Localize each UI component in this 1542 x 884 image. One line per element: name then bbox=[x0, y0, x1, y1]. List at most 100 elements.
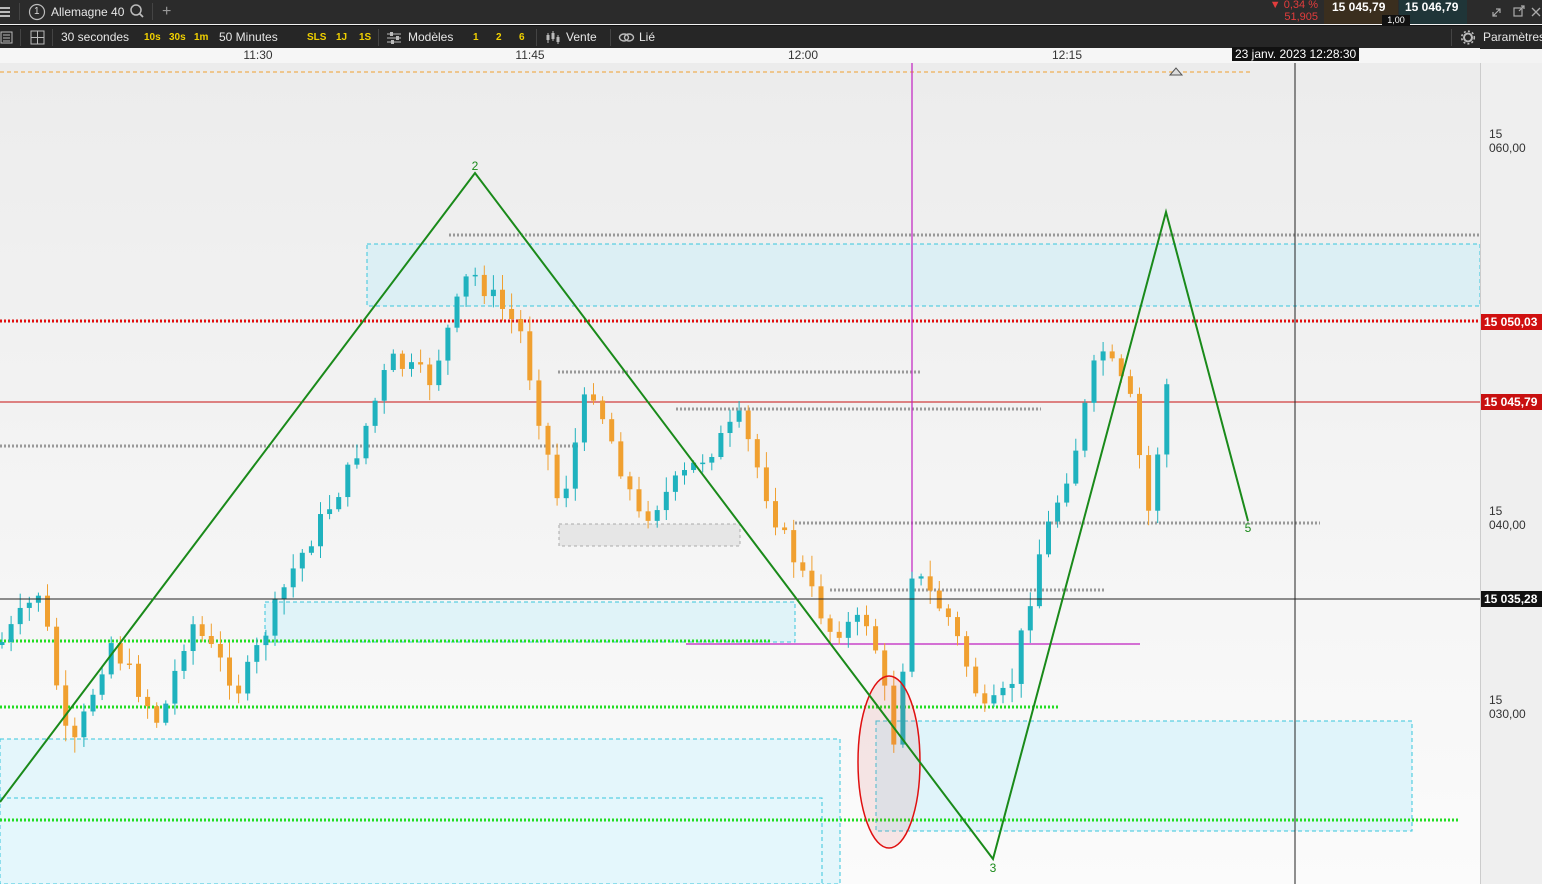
candle-body bbox=[399, 353, 405, 369]
candle-body bbox=[563, 488, 569, 499]
candle-body bbox=[8, 624, 14, 643]
candle-body bbox=[536, 380, 542, 426]
candle-body bbox=[190, 624, 196, 652]
candle-body bbox=[45, 595, 50, 627]
candle-body bbox=[390, 353, 396, 371]
highlight-ellipse bbox=[857, 675, 921, 849]
candle-body bbox=[964, 636, 970, 667]
candle-body bbox=[1009, 683, 1015, 688]
candle-body bbox=[163, 703, 169, 723]
candle-body bbox=[672, 475, 678, 492]
candle-body bbox=[500, 289, 505, 309]
candle-body bbox=[927, 576, 933, 591]
candle-body bbox=[945, 608, 951, 618]
close-icon[interactable] bbox=[1530, 0, 1542, 24]
time-tick: 11:30 bbox=[243, 48, 273, 62]
candle-body bbox=[1036, 554, 1042, 607]
wave-label-2: 2 bbox=[472, 159, 479, 173]
candle-body bbox=[754, 439, 760, 468]
candle-body bbox=[718, 433, 724, 458]
range-1j-button[interactable]: 1J bbox=[336, 26, 347, 49]
candle-body bbox=[936, 590, 942, 609]
period-10s-button[interactable]: 10s bbox=[144, 26, 161, 49]
candle-body bbox=[527, 331, 533, 381]
wave-label-3: 3 bbox=[990, 861, 997, 875]
hamburger-menu-icon[interactable] bbox=[0, 0, 14, 24]
candle-body bbox=[736, 410, 742, 422]
change-box: ▼ 0,34 % 51,905 bbox=[1258, 0, 1324, 24]
instrument-bar: 1 Allemagne 40 + ▼ 0,34 % 51,905 15 045,… bbox=[0, 0, 1542, 25]
candle-body bbox=[181, 651, 187, 671]
candle-body bbox=[700, 462, 706, 465]
candle-body bbox=[0, 642, 5, 645]
candle-body bbox=[272, 598, 278, 636]
quick-1-button[interactable]: 1 bbox=[473, 26, 479, 49]
instrument-number-badge: 1 bbox=[28, 0, 46, 24]
quick-2-button[interactable]: 2 bbox=[496, 26, 502, 49]
candle-body bbox=[308, 546, 314, 553]
sell-button[interactable]: Vente bbox=[566, 26, 597, 49]
price-label: 15 040,00 bbox=[1489, 504, 1526, 532]
cursor-date-label: 23 janv. 2023 12:28:30 bbox=[1232, 47, 1360, 61]
candle-body bbox=[545, 425, 551, 455]
price-axis bbox=[1480, 63, 1542, 884]
candle-body bbox=[955, 617, 960, 637]
candle-body bbox=[1055, 502, 1061, 522]
instrument-name[interactable]: Allemagne 40 bbox=[51, 0, 124, 24]
link-icon[interactable] bbox=[618, 26, 636, 49]
change-percent: ▼ 0,34 % bbox=[1269, 0, 1318, 11]
popout-icon[interactable] bbox=[1512, 0, 1526, 24]
list-icon[interactable] bbox=[0, 26, 14, 49]
candle-body bbox=[1137, 393, 1142, 456]
candle-body bbox=[1109, 351, 1115, 359]
chart-toolbar: 30 secondes 10s 30s 1m 50 Minutes SLS 1J… bbox=[0, 25, 1542, 49]
candle-body bbox=[581, 394, 587, 443]
range-sls-button[interactable]: SLS bbox=[307, 26, 326, 49]
gear-icon[interactable] bbox=[1460, 26, 1477, 49]
candle-body bbox=[1100, 351, 1106, 361]
candle-body bbox=[290, 568, 296, 588]
candle-body bbox=[1146, 455, 1152, 511]
candle-body bbox=[554, 454, 560, 499]
candle-body bbox=[745, 410, 751, 440]
candle-body bbox=[381, 370, 387, 401]
candle-body bbox=[1082, 402, 1088, 451]
candle-body bbox=[472, 274, 478, 277]
period-1m-button[interactable]: 1m bbox=[194, 26, 208, 49]
candle-body bbox=[909, 578, 915, 672]
search-icon[interactable] bbox=[129, 0, 145, 24]
candle-body bbox=[1046, 521, 1051, 555]
linked-button[interactable]: Lié bbox=[639, 26, 655, 49]
settings-button[interactable]: Paramètres bbox=[1483, 26, 1542, 49]
candle-body bbox=[481, 274, 487, 297]
candles-icon[interactable] bbox=[544, 26, 562, 49]
candle-body bbox=[409, 362, 414, 369]
quick-6-button[interactable]: 6 bbox=[519, 26, 525, 49]
candle-body bbox=[609, 419, 615, 442]
candle-body bbox=[26, 602, 32, 608]
sliders-icon[interactable] bbox=[386, 26, 404, 49]
candle-body bbox=[627, 476, 633, 490]
candle-body bbox=[1127, 376, 1133, 394]
models-button[interactable]: Modèles bbox=[408, 26, 453, 49]
period-30s-button[interactable]: 30s bbox=[169, 26, 186, 49]
candle-body bbox=[172, 670, 178, 704]
period-select[interactable]: 30 secondes bbox=[61, 26, 129, 49]
range-select[interactable]: 50 Minutes bbox=[219, 26, 278, 49]
candle-body bbox=[1018, 630, 1024, 684]
demand-zone bbox=[264, 601, 796, 643]
layout-grid-icon[interactable] bbox=[30, 26, 46, 49]
candle-body bbox=[1064, 483, 1070, 503]
candle-body bbox=[727, 421, 733, 434]
plus-icon[interactable]: + bbox=[162, 0, 171, 24]
price-chart[interactable]: 2 3 5 bbox=[0, 63, 1480, 884]
candle-body bbox=[327, 509, 333, 515]
range-1s-button[interactable]: 1S bbox=[359, 26, 371, 49]
expand-icon[interactable] bbox=[1490, 0, 1504, 24]
candle-body bbox=[591, 394, 596, 401]
candle-body bbox=[17, 607, 23, 625]
candle-body bbox=[245, 661, 251, 694]
candle-body bbox=[827, 618, 833, 632]
candle-body bbox=[800, 562, 806, 571]
candle-body bbox=[836, 631, 842, 638]
